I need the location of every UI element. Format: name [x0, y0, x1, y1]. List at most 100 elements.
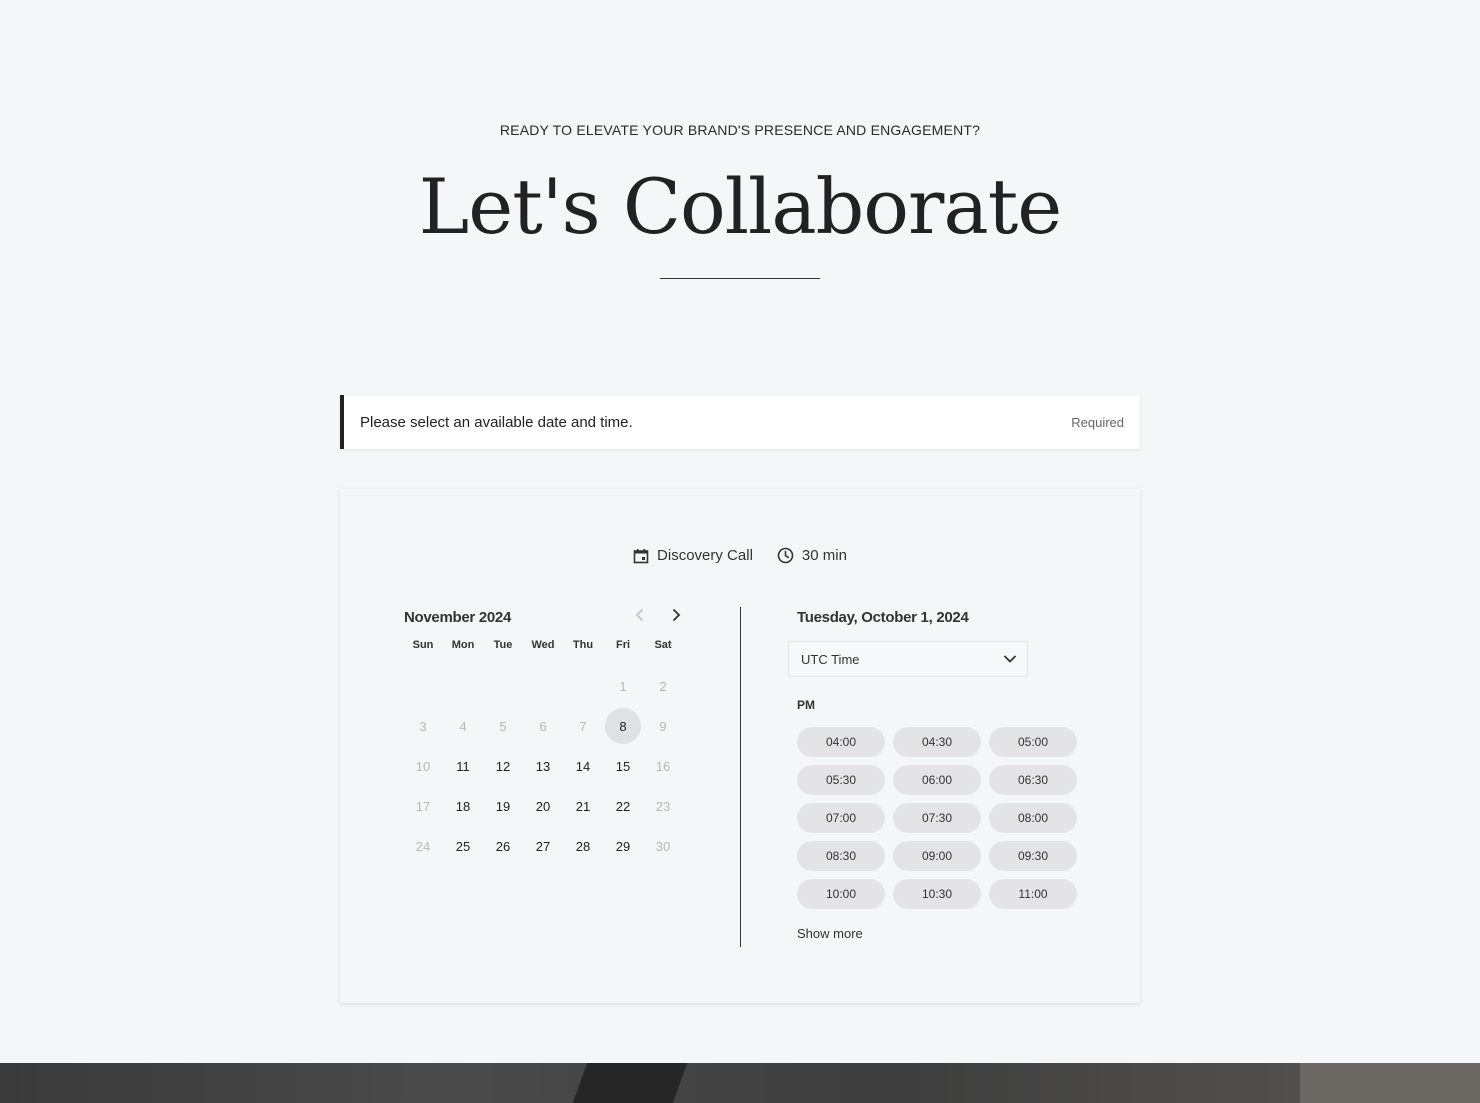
- time-slot-button[interactable]: 09:00: [893, 841, 981, 871]
- show-more-link[interactable]: Show more: [797, 926, 863, 941]
- calendar-day-number: 13: [535, 758, 551, 774]
- time-slot-button[interactable]: 10:00: [797, 879, 885, 909]
- calendar-day-number: 15: [615, 758, 631, 774]
- notice-text: Please select an available date and time…: [360, 413, 633, 431]
- calendar-day-number: 1: [619, 678, 627, 694]
- calendar-day-number: 7: [579, 718, 587, 734]
- panel-divider: [740, 607, 741, 947]
- calendar-month-label: November 2024: [404, 609, 511, 626]
- calendar-day[interactable]: 20: [523, 786, 563, 826]
- calendar-day: 6: [523, 706, 563, 746]
- footer-image-shape: [572, 1063, 688, 1103]
- calendar-day-number: 26: [495, 838, 511, 854]
- calendar-day: 17: [403, 786, 443, 826]
- weekday-label: Wed: [531, 639, 555, 651]
- calendar-day-number: 6: [539, 718, 547, 734]
- calendar-day: 24: [403, 826, 443, 866]
- calendar-day: 5: [483, 706, 523, 746]
- calendar-day[interactable]: 21: [563, 786, 603, 826]
- calendar-day[interactable]: 18: [443, 786, 483, 826]
- calendar-day: 1: [603, 666, 643, 706]
- calendar-day-number: 9: [659, 718, 667, 734]
- calendar-day: 2: [643, 666, 683, 706]
- time-slot-button[interactable]: 08:00: [989, 803, 1077, 833]
- calendar-day[interactable]: 12: [483, 746, 523, 786]
- calendar-day-number: 18: [455, 798, 471, 814]
- calendar-day-number: 10: [415, 758, 431, 774]
- weekday-label: Sat: [654, 639, 672, 651]
- timezone-select[interactable]: UTC Time: [788, 641, 1028, 677]
- calendar-day-number: 3: [419, 718, 427, 734]
- time-slot-button[interactable]: 06:30: [989, 765, 1077, 795]
- calendar-day: 16: [643, 746, 683, 786]
- selected-date-label: Tuesday, October 1, 2024: [797, 609, 969, 626]
- calendar-empty-cell: [443, 666, 483, 706]
- calendar-day: 7: [563, 706, 603, 746]
- calendar-day-number: 2: [659, 678, 667, 694]
- calendar-day[interactable]: 22: [603, 786, 643, 826]
- time-slot-button[interactable]: 05:00: [989, 727, 1077, 757]
- calendar-day-number: 16: [655, 758, 671, 774]
- calendar-day[interactable]: 26: [483, 826, 523, 866]
- time-slot-button[interactable]: 05:30: [797, 765, 885, 795]
- time-slot-button[interactable]: 08:30: [797, 841, 885, 871]
- weekday-label: Tue: [493, 639, 513, 651]
- calendar-day-number: 20: [535, 798, 551, 814]
- chevron-down-icon: [1003, 652, 1017, 667]
- calendar-days-grid: 1 2 3 4 5 6 7 8 9 10 11 12 13 14 15 16 17 18 19 20 21 22 23 24 2…: [403, 666, 683, 866]
- calendar-day-number: 8: [605, 708, 641, 744]
- calendar-day-number: 24: [415, 838, 431, 854]
- time-slot-button[interactable]: 04:30: [893, 727, 981, 757]
- calendar-day[interactable]: 11: [443, 746, 483, 786]
- calendar-day-number: 22: [615, 798, 631, 814]
- hero-eyebrow: READY TO ELEVATE YOUR BRAND'S PRESENCE A…: [499, 122, 981, 138]
- calendar-empty-cell: [523, 666, 563, 706]
- calendar-day[interactable]: 28: [563, 826, 603, 866]
- calendar-day: 3: [403, 706, 443, 746]
- time-slots-grid: 04:00 04:30 05:00 05:30 06:00 06:30 07:00 07:30…: [797, 727, 1077, 909]
- footer-image-shape: [1300, 1063, 1480, 1103]
- event-meta: Discovery Call 30 min: [0, 547, 1480, 564]
- page: READY TO ELEVATE YOUR BRAND'S PRESENCE A…: [0, 0, 1480, 1103]
- calendar-day-selected[interactable]: 8: [603, 706, 643, 746]
- time-slot-button[interactable]: 11:00: [989, 879, 1077, 909]
- time-slot-button[interactable]: 04:00: [797, 727, 885, 757]
- calendar-day[interactable]: 15: [603, 746, 643, 786]
- chevron-left-icon: [635, 608, 645, 627]
- calendar-day[interactable]: 27: [523, 826, 563, 866]
- calendar-day[interactable]: 25: [443, 826, 483, 866]
- title-divider: [660, 278, 820, 279]
- calendar-day-number: 14: [575, 758, 591, 774]
- calendar-day-number: 4: [459, 718, 467, 734]
- calendar-day-number: 23: [655, 798, 671, 814]
- calendar-day-number: 27: [535, 838, 551, 854]
- event-name-label: Discovery Call: [657, 547, 753, 564]
- time-slot-button[interactable]: 10:30: [893, 879, 981, 909]
- time-slot-button[interactable]: 07:30: [893, 803, 981, 833]
- calendar-day-number: 21: [575, 798, 591, 814]
- calendar-empty-cell: [403, 666, 443, 706]
- time-slot-button[interactable]: 06:00: [893, 765, 981, 795]
- calendar-empty-cell: [483, 666, 523, 706]
- calendar-day[interactable]: 14: [563, 746, 603, 786]
- calendar-day: 30: [643, 826, 683, 866]
- calendar-day-number: 28: [575, 838, 591, 854]
- required-notice: Please select an available date and time…: [340, 395, 1140, 449]
- calendar-day[interactable]: 13: [523, 746, 563, 786]
- next-month-button[interactable]: [666, 606, 686, 628]
- calendar-day[interactable]: 29: [603, 826, 643, 866]
- weekday-label: Thu: [572, 639, 594, 651]
- required-label: Required: [1071, 414, 1124, 430]
- calendar-day-number: 25: [455, 838, 471, 854]
- calendar-day: 23: [643, 786, 683, 826]
- calendar-day-number: 19: [495, 798, 511, 814]
- calendar-day-number: 30: [655, 838, 671, 854]
- calendar-icon: [633, 548, 649, 564]
- clock-icon: [777, 547, 794, 564]
- chevron-right-icon: [671, 608, 681, 627]
- time-slot-button[interactable]: 09:30: [989, 841, 1077, 871]
- calendar-empty-cell: [563, 666, 603, 706]
- calendar-day[interactable]: 19: [483, 786, 523, 826]
- previous-month-button[interactable]: [630, 606, 650, 628]
- time-slot-button[interactable]: 07:00: [797, 803, 885, 833]
